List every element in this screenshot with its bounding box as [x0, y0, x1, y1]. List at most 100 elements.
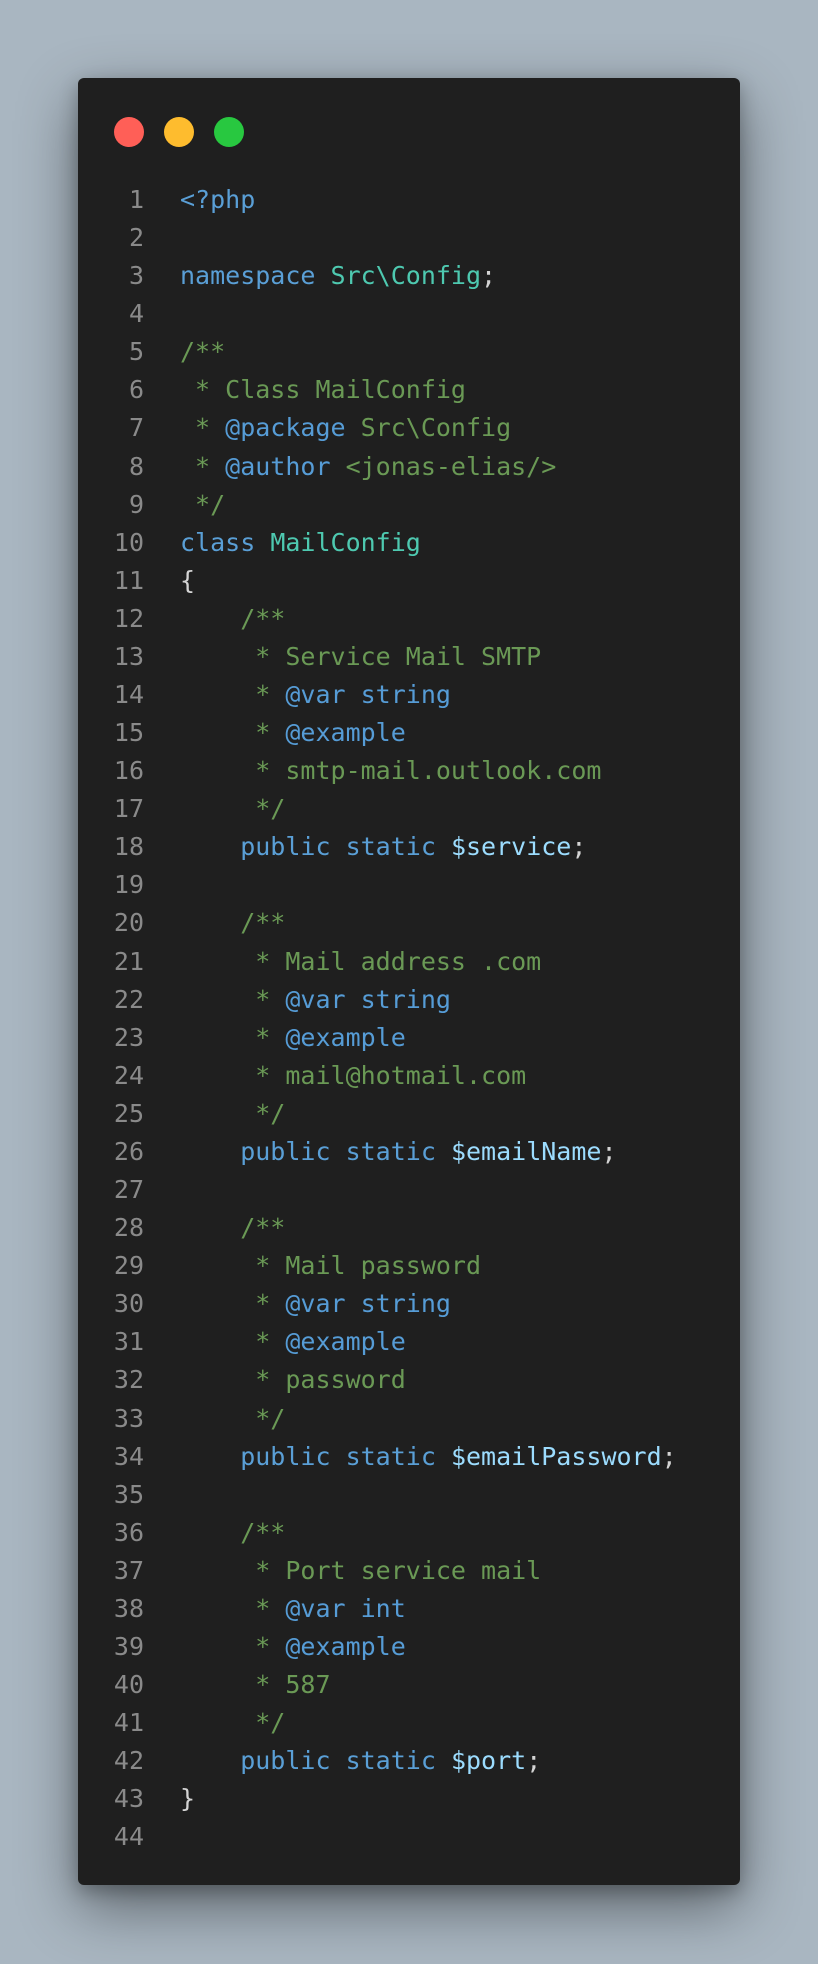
line-code: /**	[180, 1209, 285, 1247]
code-line: 18 public static $service;	[78, 828, 740, 866]
code-token: */	[180, 1403, 286, 1433]
line-number: 24	[113, 1060, 144, 1090]
line-number: 25	[113, 1098, 144, 1128]
code-line: 23 * @example	[78, 1019, 740, 1057]
code-token: ;	[481, 261, 497, 291]
line-code: class MailConfig	[180, 524, 421, 562]
code-token: *	[180, 413, 226, 443]
code-line: 16 * smtp-mail.outlook.com	[78, 752, 740, 790]
code-token: /**	[180, 1213, 286, 1243]
line-number: 14	[113, 680, 144, 710]
code-line: 24 * mail@hotmail.com	[78, 1057, 740, 1095]
line-number: 19	[113, 870, 144, 900]
line-number: 10	[113, 527, 144, 557]
code-token: ;	[526, 1746, 542, 1776]
line-code: */	[180, 1704, 285, 1742]
code-token: /**	[180, 337, 226, 367]
code-line: 17 */	[78, 790, 740, 828]
code-token: @var	[285, 1593, 346, 1623]
code-token: string	[345, 1289, 451, 1319]
line-code: public static $port;	[180, 1742, 541, 1780]
line-code: * password	[180, 1361, 406, 1399]
line-code: /**	[180, 600, 285, 638]
code-token: * smtp-mail.outlook.com	[180, 756, 602, 786]
line-number: 17	[113, 794, 144, 824]
window-controls	[114, 117, 244, 147]
code-token: */	[180, 1098, 286, 1128]
line-number: 40	[113, 1670, 144, 1700]
line-number: 2	[128, 223, 144, 253]
line-number: 6	[128, 375, 144, 405]
code-token: public static	[180, 1746, 451, 1776]
line-number: 34	[113, 1441, 144, 1471]
code-token: *	[180, 984, 286, 1014]
line-code: */	[180, 790, 285, 828]
line-number: 36	[113, 1517, 144, 1547]
line-code: * @var string	[180, 1285, 451, 1323]
code-token: * password	[180, 1365, 406, 1395]
code-token: /**	[180, 603, 286, 633]
line-number: 26	[113, 1136, 144, 1166]
code-token: ;	[571, 832, 587, 862]
code-token: @var	[285, 984, 346, 1014]
line-code: * @example	[180, 1019, 406, 1057]
code-line: 27	[78, 1171, 740, 1209]
line-code: public static $emailPassword;	[180, 1438, 677, 1476]
code-line: 35	[78, 1476, 740, 1514]
line-code: */	[180, 1095, 285, 1133]
code-line: 38 * @var int	[78, 1590, 740, 1628]
line-code: */	[180, 486, 225, 524]
code-line: 40 * 587	[78, 1666, 740, 1704]
close-dot-icon[interactable]	[114, 117, 144, 147]
line-code: }	[180, 1780, 195, 1818]
line-code: * @var int	[180, 1590, 406, 1628]
line-code: * Service Mail SMTP	[180, 638, 541, 676]
line-number: 44	[113, 1822, 144, 1852]
code-token: class	[180, 527, 271, 557]
code-token: *	[180, 1593, 286, 1623]
line-number: 38	[113, 1593, 144, 1623]
code-line: 1 <?php	[78, 181, 740, 219]
line-number: 22	[113, 984, 144, 1014]
line-number: 12	[113, 603, 144, 633]
minimize-dot-icon[interactable]	[164, 117, 194, 147]
line-number: 28	[113, 1213, 144, 1243]
line-code: <?php	[180, 181, 255, 219]
zoom-dot-icon[interactable]	[214, 117, 244, 147]
code-line: 22 * @var string	[78, 981, 740, 1019]
code-token: * Mail address .com	[180, 946, 542, 976]
line-number: 29	[113, 1251, 144, 1281]
line-code: {	[180, 562, 195, 600]
code-line: 25 */	[78, 1095, 740, 1133]
line-code: * @var string	[180, 981, 451, 1019]
code-token: @example	[285, 1631, 406, 1661]
code-token: * 587	[180, 1670, 331, 1700]
code-line: 21 * Mail address .com	[78, 943, 740, 981]
code-line: 32 * password	[78, 1361, 740, 1399]
code-line: 41 */	[78, 1704, 740, 1742]
code-token: string	[345, 680, 451, 710]
code-token: *	[180, 718, 286, 748]
code-line: 29 * Mail password	[78, 1247, 740, 1285]
code-line: 13 * Service Mail SMTP	[78, 638, 740, 676]
code-token: $emailPassword	[450, 1441, 662, 1471]
line-number: 41	[113, 1708, 144, 1738]
line-code: /**	[180, 333, 225, 371]
line-number: 7	[128, 413, 144, 443]
code-token: }	[180, 1784, 196, 1814]
code-token: *	[180, 1022, 286, 1052]
code-line: 10 class MailConfig	[78, 524, 740, 562]
line-number: 9	[128, 489, 144, 519]
code-line: 30 * @var string	[78, 1285, 740, 1323]
code-token: ;	[601, 1136, 617, 1166]
code-line: 6 * Class MailConfig	[78, 371, 740, 409]
line-number: 20	[113, 908, 144, 938]
code-token: * Service Mail SMTP	[180, 641, 542, 671]
line-number: 27	[113, 1175, 144, 1205]
code-token: @var	[285, 1289, 346, 1319]
line-code: * @author <jonas-elias/>	[180, 448, 556, 486]
code-token: @example	[285, 718, 406, 748]
code-token: <?php	[180, 185, 256, 214]
line-number: 31	[113, 1327, 144, 1357]
line-number: 23	[113, 1022, 144, 1052]
